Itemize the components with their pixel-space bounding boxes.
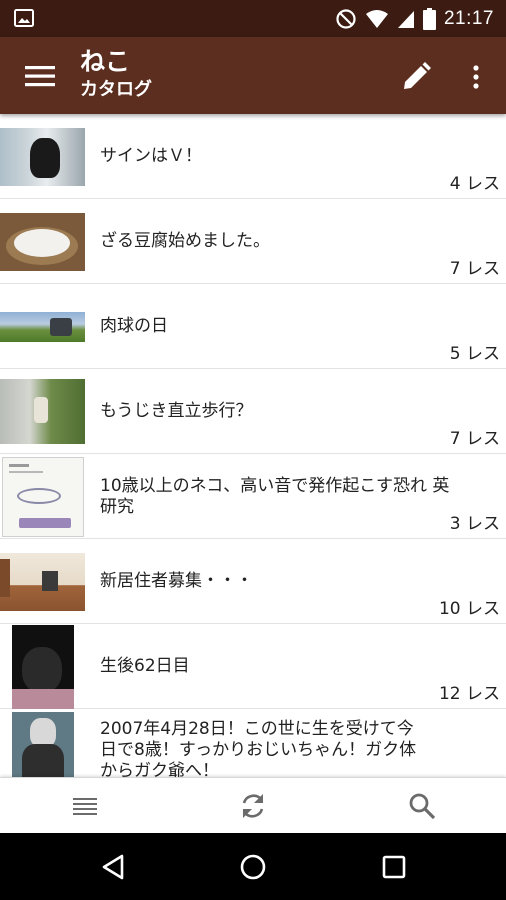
home-icon[interactable] <box>237 851 269 883</box>
edit-icon[interactable] <box>400 61 432 93</box>
reply-count: 10 レス <box>438 599 500 619</box>
reply-count: 3 レス <box>449 514 500 534</box>
thread-item[interactable]: ざる豆腐始めました。 7 レス <box>0 199 506 284</box>
thread-list[interactable]: サインはＶ！ 4 レス ざる豆腐始めました。 7 レス 肉球の日 5 レス もう… <box>0 114 506 777</box>
battery-icon <box>422 7 436 30</box>
search-icon[interactable] <box>406 790 438 822</box>
thread-item[interactable]: もうじき直立歩行？ 7 レス <box>0 369 506 454</box>
app-bar: ねこ カタログ <box>0 37 506 114</box>
reply-count: 5 レス <box>449 344 500 364</box>
list-icon[interactable] <box>69 790 101 822</box>
thread-thumbnail <box>12 712 74 777</box>
do-not-disturb-icon <box>336 8 356 29</box>
navigation-bar <box>0 833 506 900</box>
signal-icon <box>397 10 414 28</box>
app-subtitle: カタログ <box>80 79 152 100</box>
thread-title: 生後62日目 <box>100 656 190 676</box>
thread-thumbnail <box>0 312 85 342</box>
thread-thumbnail <box>0 128 85 186</box>
thread-item[interactable]: 肉球の日 5 レス <box>0 284 506 369</box>
title-block: ねこ カタログ <box>80 47 152 102</box>
reply-count: 4 レス <box>449 174 500 194</box>
app-title: ねこ <box>80 47 131 76</box>
back-icon[interactable] <box>98 851 130 883</box>
thread-title: 10歳以上のネコ、高い音で発作起こす恐れ 英研究 <box>100 475 450 517</box>
thread-item[interactable]: サインはＶ！ 4 レス <box>0 114 506 199</box>
thread-item[interactable]: 2007年4月28日！この世に生を受けて今日で8歳！すっかりおじいちゃん！ガク体… <box>0 709 506 777</box>
thread-title: 肉球の日 <box>100 316 168 336</box>
thread-title: サインはＶ！ <box>100 146 202 166</box>
wifi-icon <box>365 9 388 28</box>
thread-item[interactable]: 10歳以上のネコ、高い音で発作起こす恐れ 英研究 3 レス <box>0 454 506 539</box>
thread-item[interactable]: 生後62日目 12 レス <box>0 624 506 709</box>
status-icons: 21:17 <box>335 0 494 37</box>
clock-time: 21:17 <box>443 7 494 29</box>
bottom-toolbar <box>0 777 506 833</box>
thread-title: ざる豆腐始めました。 <box>100 231 270 251</box>
menu-icon[interactable] <box>22 61 58 91</box>
refresh-icon[interactable] <box>237 790 269 822</box>
status-bar: 21:17 <box>0 0 506 37</box>
thread-title: 新居住者募集・・・ <box>100 571 253 591</box>
more-vert-icon[interactable] <box>464 61 488 93</box>
thread-title: もうじき直立歩行？ <box>100 401 253 421</box>
recents-icon[interactable] <box>378 851 410 883</box>
thread-title: 2007年4月28日！この世に生を受けて今日で8歳！すっかりおじいちゃん！ガク体… <box>100 719 417 777</box>
gallery-icon <box>14 9 34 27</box>
thread-thumbnail <box>0 379 85 444</box>
reply-count: 12 レス <box>438 684 500 704</box>
reply-count: 7 レス <box>449 259 500 279</box>
thread-thumbnail <box>2 457 84 537</box>
thread-thumbnail <box>12 625 74 709</box>
reply-count: 7 レス <box>449 429 500 449</box>
thread-thumbnail <box>0 213 85 271</box>
thread-thumbnail <box>0 553 85 611</box>
thread-item[interactable]: 新居住者募集・・・ 10 レス <box>0 539 506 624</box>
